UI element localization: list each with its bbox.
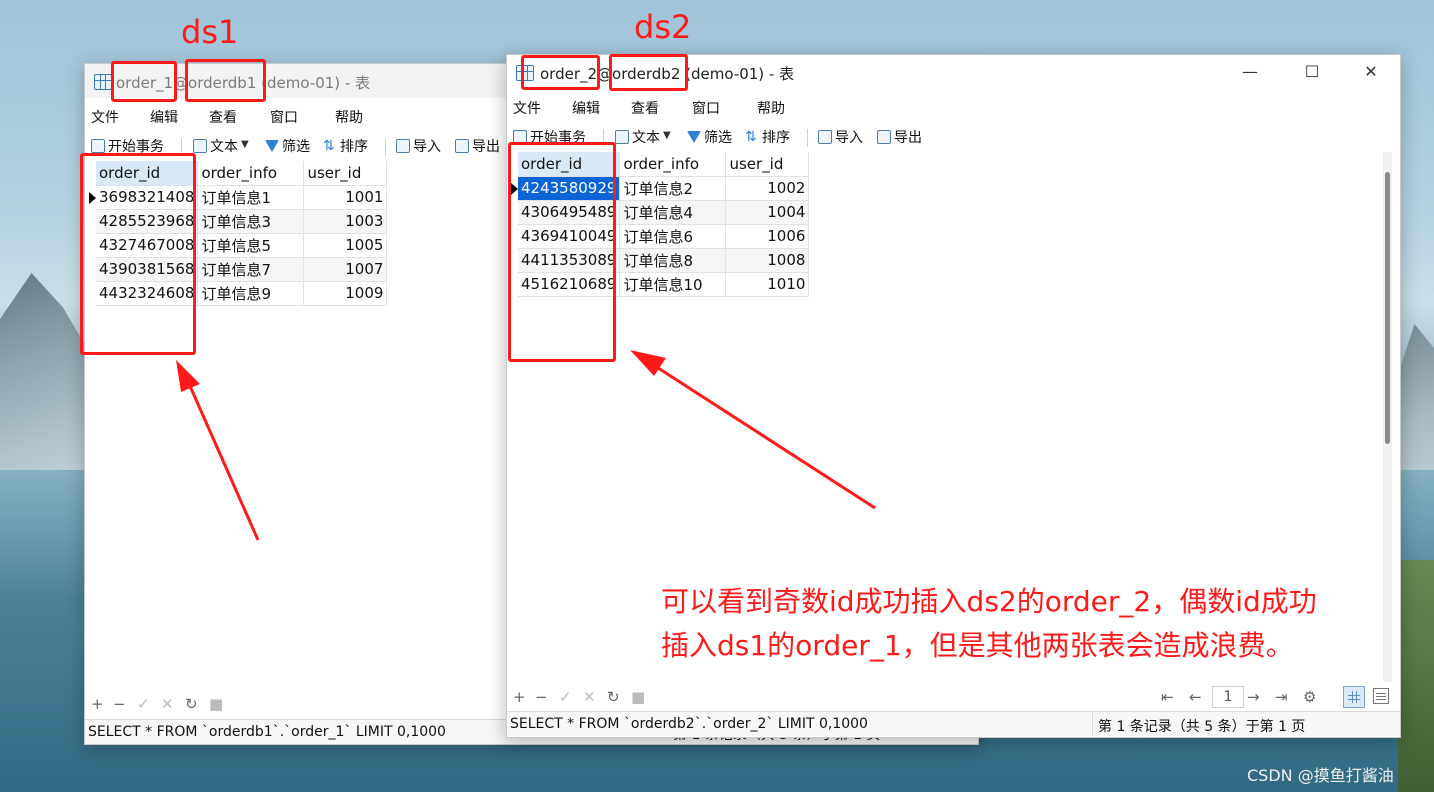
annotation-note-line-2: 插入ds1的order_1，但是其他两张表会造成浪费。 bbox=[661, 629, 1294, 662]
arrow-to-ds1-column bbox=[188, 385, 260, 541]
annotation-note-line-1: 可以看到奇数id成功插入ds2的order_2，偶数id成功 bbox=[661, 585, 1317, 618]
arrow-head-ds2 bbox=[630, 350, 666, 376]
arrow-to-ds2-column bbox=[654, 364, 876, 510]
watermark: CSDN @摸鱼打酱油 bbox=[1247, 766, 1394, 785]
arrow-head-ds1 bbox=[176, 360, 200, 392]
annotation-arrows bbox=[176, 350, 876, 541]
annotation-note: 可以看到奇数id成功插入ds2的order_2，偶数id成功 插入ds1的ord… bbox=[661, 580, 1317, 668]
